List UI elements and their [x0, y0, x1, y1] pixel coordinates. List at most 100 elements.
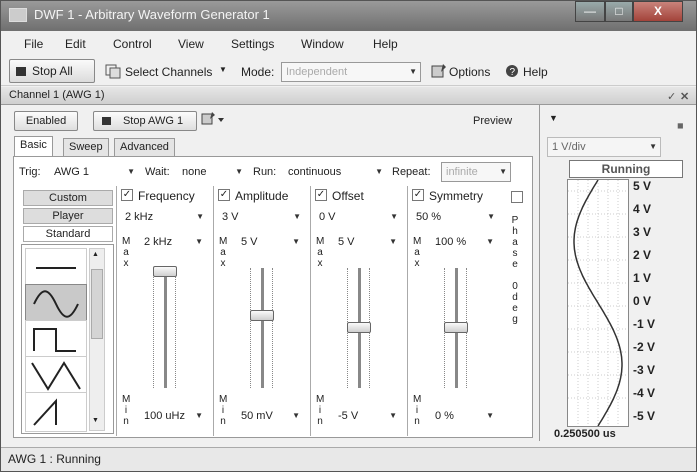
run-select[interactable]: continuous ▼ [283, 162, 387, 182]
param-checkbox[interactable]: ✓ [121, 189, 133, 201]
tab-sweep[interactable]: Sweep [63, 138, 109, 156]
param-checkbox[interactable]: ✓ [412, 189, 424, 201]
param-max-select[interactable]: 2 kHz ▼ [139, 232, 207, 252]
min-letter: i [221, 405, 225, 416]
param-value-select[interactable]: 0 V ▼ [314, 207, 402, 227]
waveform-item[interactable] [25, 392, 87, 432]
param-checkbox[interactable]: ✓ [218, 189, 230, 201]
max-letter: M [219, 236, 228, 247]
slider-thumb[interactable] [250, 310, 274, 321]
status-bar: AWG 1 : Running [1, 447, 696, 471]
slider-thumb[interactable] [444, 322, 468, 333]
param-checkbox[interactable]: ✓ [315, 189, 327, 201]
param-max-select[interactable]: 5 V ▼ [236, 232, 304, 252]
mode-value: Independent [286, 66, 348, 78]
param-max-select[interactable]: 100 % ▼ [430, 232, 498, 252]
stop-icon [102, 117, 111, 125]
menu-file[interactable]: File [24, 37, 43, 51]
param-value: 50 % [416, 211, 442, 223]
waveform-item[interactable] [25, 248, 87, 288]
slider-thumb[interactable] [347, 322, 371, 333]
param-name: Symmetry [429, 189, 483, 203]
min-letter: M [219, 394, 228, 405]
param-name: Frequency [138, 189, 195, 203]
help-button[interactable]: Help [523, 65, 548, 79]
min-letter: n [220, 416, 226, 427]
chevron-down-icon: ▼ [235, 167, 243, 176]
mode-select[interactable]: Independent ▼ [281, 62, 421, 82]
param-min-select[interactable]: 100 uHz ▼ [139, 406, 207, 426]
close-button[interactable]: X [633, 1, 683, 22]
waveform-scrollbar[interactable]: ▲ ▼ [89, 248, 105, 431]
max-letter: M [122, 236, 131, 247]
menu-edit[interactable]: Edit [65, 37, 86, 51]
slider-track[interactable] [164, 268, 167, 388]
scroll-up-icon[interactable]: ▲ [92, 251, 99, 258]
y-tick-label: -3 V [633, 363, 656, 377]
waveform-item[interactable] [25, 320, 87, 360]
param-name: Amplitude [235, 189, 289, 203]
scroll-down-icon[interactable]: ▼ [92, 417, 99, 424]
chevron-down-icon: ▼ [487, 212, 495, 221]
select-channels-button[interactable]: Select Channels [125, 65, 212, 79]
waveform-item[interactable] [25, 284, 87, 324]
app-icon [9, 8, 27, 22]
channel-options-icon[interactable] [201, 111, 227, 127]
menu-window[interactable]: Window [301, 37, 344, 51]
preview-pin-icon[interactable]: ◼ [677, 121, 684, 130]
param-value: 3 V [222, 211, 239, 223]
param-min-select[interactable]: -5 V ▼ [333, 406, 401, 426]
max-letter: a [414, 247, 420, 258]
tab-basic[interactable]: Basic [14, 136, 53, 156]
param-value: 0 V [319, 211, 336, 223]
stop-all-button[interactable]: Stop All [9, 59, 95, 83]
menu-settings[interactable]: Settings [231, 37, 274, 51]
min-letter: i [124, 405, 128, 416]
repeat-label: Repeat: [392, 166, 431, 178]
menu-control[interactable]: Control [113, 37, 152, 51]
app-window: DWF 1 - Arbitrary Waveform Generator 1 —… [0, 0, 697, 472]
stop-awg-button[interactable]: Stop AWG 1 [93, 111, 197, 131]
param-column-frequency: ✓ Frequency 2 kHz ▼ Ma x 2 kHz ▼ Mi n 100 uHz ▼ [116, 186, 211, 436]
y-tick-label: -4 V [633, 386, 656, 400]
preview-menu-icon[interactable]: ▼ [549, 113, 558, 123]
slider-thumb[interactable] [153, 266, 177, 277]
min-letter: n [123, 416, 129, 427]
close-icon[interactable]: ✕ [680, 89, 689, 106]
param-min-select[interactable]: 50 mV ▼ [236, 406, 304, 426]
repeat-select[interactable]: infinite ▼ [441, 162, 511, 182]
wait-label: Wait: [145, 166, 170, 178]
wait-select[interactable]: none ▼ [177, 162, 247, 182]
repeat-value: infinite [446, 166, 478, 178]
tab-player[interactable]: Player [23, 208, 113, 224]
pin-icon[interactable]: ✓ [667, 89, 676, 106]
tab-advanced[interactable]: Advanced [114, 138, 175, 156]
param-min-select[interactable]: 0 % ▼ [430, 406, 498, 426]
waveform-item[interactable] [25, 356, 87, 396]
tab-standard[interactable]: Standard [23, 226, 113, 242]
param-max-select[interactable]: 5 V ▼ [333, 232, 401, 252]
param-value-select[interactable]: 50 % ▼ [411, 207, 499, 227]
param-value-select[interactable]: 3 V ▼ [217, 207, 305, 227]
max-letter: x [414, 258, 420, 269]
chevron-down-icon: ▼ [292, 411, 300, 420]
menu-help[interactable]: Help [373, 37, 398, 51]
tab-custom[interactable]: Custom [23, 190, 113, 206]
options-button[interactable]: Options [449, 65, 490, 79]
select-channels-dropdown-icon[interactable]: ▼ [219, 65, 227, 74]
wait-value: none [182, 166, 207, 178]
phase-checkbox[interactable] [511, 191, 523, 203]
chevron-down-icon: ▼ [649, 142, 657, 151]
vdiv-select[interactable]: 1 V/div ▼ [547, 137, 661, 157]
max-letter: a [317, 247, 323, 258]
minimize-button[interactable]: — [575, 1, 605, 22]
menu-view[interactable]: View [178, 37, 204, 51]
param-column-offset: ✓ Offset 0 V ▼ Ma x 5 V ▼ Mi n -5 V ▼ [310, 186, 405, 436]
stop-all-label: Stop All [32, 64, 73, 78]
enabled-button[interactable]: Enabled [14, 111, 78, 131]
slider-track[interactable] [261, 268, 264, 388]
param-value-select[interactable]: 2 kHz ▼ [120, 207, 208, 227]
scroll-thumb[interactable] [91, 269, 103, 339]
trig-select[interactable]: AWG 1 ▼ [49, 162, 139, 182]
maximize-button[interactable]: □ [605, 1, 633, 22]
